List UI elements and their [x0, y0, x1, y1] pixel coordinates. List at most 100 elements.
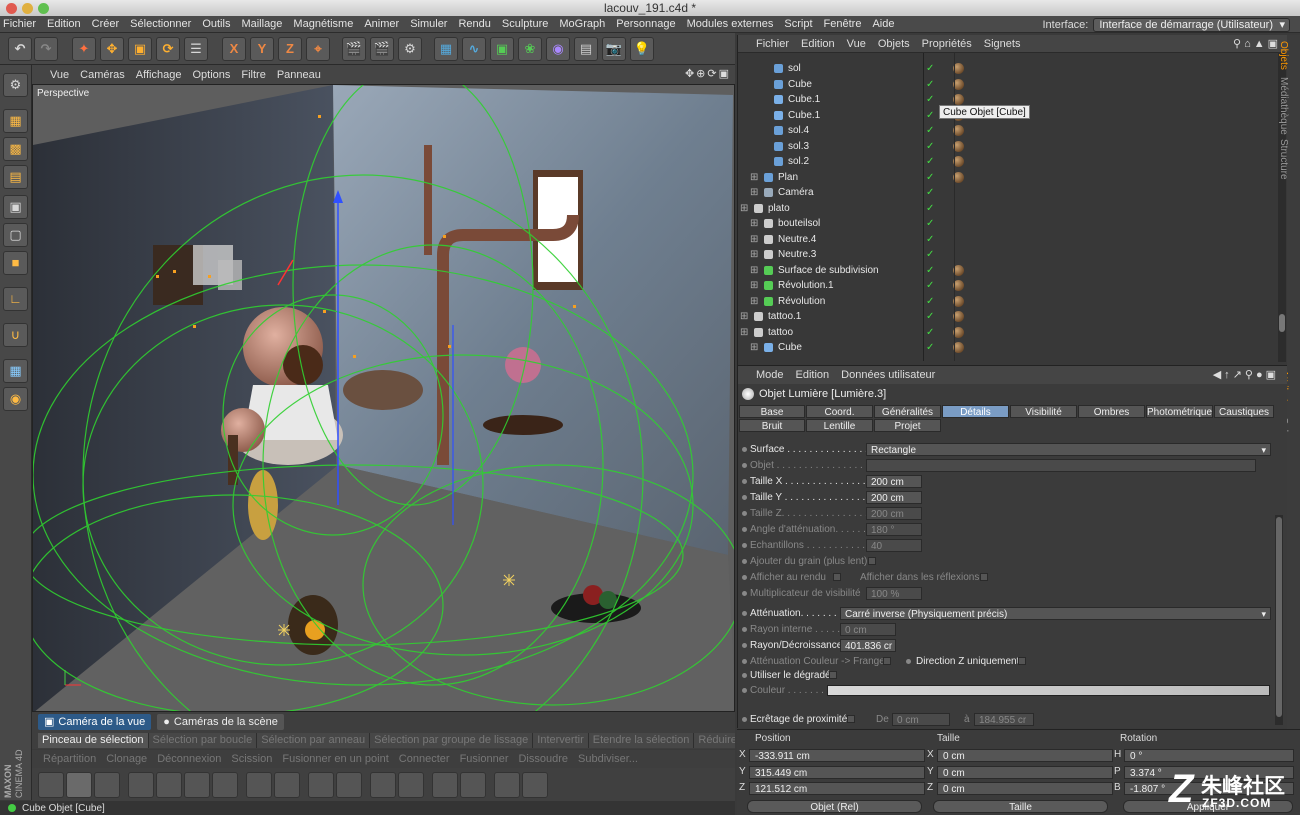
slide-icon[interactable] — [308, 772, 334, 798]
side-tab-mediatheque[interactable]: Médiathèque — [1278, 77, 1289, 135]
object-row[interactable]: ⊞ tattoo ✓ — [738, 325, 1278, 340]
animate-dot-icon[interactable] — [742, 447, 747, 452]
position-mode-select[interactable]: Objet (Rel) — [747, 800, 922, 813]
visibility-check-icon[interactable]: ✓ — [926, 94, 934, 105]
size-field[interactable]: 0 cm — [937, 765, 1113, 779]
expand-toggle-icon[interactable]: ⊞ — [750, 218, 758, 229]
phong-selection-button[interactable]: Sélection par groupe de lissage — [370, 733, 534, 748]
animate-dot-icon[interactable] — [906, 659, 911, 664]
menu-fenetre[interactable]: Fenêtre — [824, 18, 862, 30]
animate-dot-icon[interactable] — [742, 479, 747, 484]
make-editable-icon[interactable]: ⚙ — [3, 73, 28, 97]
tab-ombres[interactable]: Ombres — [1078, 405, 1145, 418]
taille-y-field[interactable]: 200 cm — [866, 491, 922, 504]
render-picture-viewer-icon[interactable]: 🎬 — [370, 37, 394, 61]
size-mode-select[interactable]: Taille — [933, 800, 1108, 813]
viewport-navigation-icons[interactable]: ✥⊕⟳▣ — [685, 67, 731, 80]
invert-selection-button[interactable]: Intervertir — [533, 733, 589, 748]
mirror-icon[interactable] — [460, 772, 486, 798]
dissoudre-button[interactable]: Dissoudre — [513, 752, 573, 767]
planar-workplane-icon[interactable]: ◉ — [3, 387, 28, 411]
workplane-lock-icon[interactable]: ▦ — [3, 359, 28, 383]
position-field[interactable]: 121.512 cm — [749, 782, 925, 795]
ecretage-checkbox[interactable] — [847, 715, 855, 723]
viewport-menu-options[interactable]: Options — [192, 69, 230, 81]
3d-viewport[interactable]: Perspective — [32, 84, 735, 712]
animate-dot-icon[interactable] — [742, 543, 747, 548]
afficher-reflexions-checkbox[interactable] — [980, 573, 988, 581]
fusionner-point-button[interactable]: Fusionner en un point — [277, 752, 393, 767]
selection-brush-button[interactable]: Pinceau de sélection — [38, 733, 149, 748]
edges-mode-icon[interactable]: ▢ — [3, 223, 28, 247]
visibility-check-icon[interactable]: ✓ — [926, 203, 934, 214]
menu-simuler[interactable]: Simuler — [410, 18, 447, 30]
expand-toggle-icon[interactable]: ⊞ — [750, 265, 758, 276]
animate-dot-icon[interactable] — [742, 688, 747, 693]
om-scroll-thumb[interactable] — [1279, 314, 1285, 332]
visibility-check-icon[interactable]: ✓ — [926, 63, 934, 74]
animate-dot-icon[interactable] — [742, 511, 747, 516]
object-row[interactable]: ⊞ Neutre.3 ✓ — [738, 247, 1278, 262]
fusionner-button[interactable]: Fusionner — [455, 752, 514, 767]
animate-dot-icon[interactable] — [742, 463, 747, 468]
model-mode-icon[interactable]: ▦ — [3, 109, 28, 133]
minimize-window-icon[interactable] — [22, 3, 33, 14]
object-row[interactable]: Cube ✓ — [738, 77, 1278, 92]
clonage-button[interactable]: Clonage — [101, 752, 152, 767]
om-menu-proprietes[interactable]: Propriétés — [922, 38, 972, 50]
visibility-check-icon[interactable]: ✓ — [926, 79, 934, 90]
menu-animer[interactable]: Animer — [364, 18, 399, 30]
object-row[interactable]: ⊞ Révolution ✓ — [738, 294, 1278, 309]
menu-magnetisme[interactable]: Magnétisme — [293, 18, 353, 30]
arrange-icon[interactable] — [522, 772, 548, 798]
rayon-decroissance-field[interactable]: 401.836 cr — [840, 639, 896, 652]
grain-checkbox[interactable] — [868, 557, 876, 565]
normal-move-icon[interactable] — [274, 772, 300, 798]
visibility-check-icon[interactable]: ✓ — [926, 342, 934, 353]
expand-toggle-icon[interactable]: ⊞ — [740, 311, 748, 322]
viewport-menu-panneau[interactable]: Panneau — [277, 69, 321, 81]
menu-sculpture[interactable]: Sculpture — [502, 18, 548, 30]
expand-toggle-icon[interactable]: ⊞ — [750, 249, 758, 260]
menu-outils[interactable]: Outils — [202, 18, 230, 30]
animate-dot-icon[interactable] — [742, 575, 747, 580]
subdivision-surface-icon[interactable]: ▣ — [490, 37, 514, 61]
animate-dot-icon[interactable] — [742, 673, 747, 678]
coordinate-system-icon[interactable]: ⌖ — [306, 37, 330, 61]
redo-icon[interactable]: ↷ — [34, 37, 58, 61]
points-mode-icon[interactable]: ▣ — [3, 195, 28, 219]
viewport-menu-affichage[interactable]: Affichage — [136, 69, 182, 81]
position-field[interactable]: 315.449 cm — [749, 765, 925, 779]
menu-fichier[interactable]: Fichier — [3, 18, 36, 30]
viewport-menu-vue[interactable]: Vue — [50, 69, 69, 81]
stitch-icon[interactable] — [336, 772, 362, 798]
maximize-window-icon[interactable] — [38, 3, 49, 14]
menu-rendu[interactable]: Rendu — [458, 18, 490, 30]
am-menu-mode[interactable]: Mode — [756, 369, 784, 381]
y-axis-button[interactable]: Y — [250, 37, 274, 61]
expand-toggle-icon[interactable]: ⊞ — [740, 327, 748, 338]
smooth-shift-icon[interactable] — [246, 772, 272, 798]
tab-caustiques[interactable]: Caustiques — [1214, 405, 1274, 418]
object-row[interactable]: sol ✓ — [738, 61, 1278, 76]
rotation-field[interactable]: 0 ° — [1124, 749, 1294, 762]
grow-selection-button[interactable]: Etendre la sélection — [588, 733, 695, 748]
tab-details[interactable]: Détails — [942, 405, 1009, 418]
live-selection-icon[interactable]: ✦ — [72, 37, 96, 61]
object-row[interactable]: ⊞ Cube ✓ — [738, 340, 1278, 355]
tab-base[interactable]: Base — [739, 405, 805, 418]
visibility-check-icon[interactable]: ✓ — [926, 327, 934, 338]
om-menu-objets[interactable]: Objets — [878, 38, 910, 50]
deconnexion-button[interactable]: Déconnexion — [152, 752, 226, 767]
polygons-mode-icon[interactable]: ■ — [3, 251, 28, 275]
taille-x-field[interactable]: 200 cm — [866, 475, 922, 488]
direction-z-checkbox[interactable] — [1018, 657, 1026, 665]
couleur-gradient-bar[interactable] — [827, 685, 1270, 696]
scission-button[interactable]: Scission — [226, 752, 277, 767]
am-scroll-thumb[interactable] — [1276, 517, 1282, 717]
am-scrollbar[interactable] — [1275, 515, 1283, 725]
visibility-check-icon[interactable]: ✓ — [926, 156, 934, 167]
expand-toggle-icon[interactable]: ⊞ — [750, 172, 758, 183]
knife-icon[interactable] — [94, 772, 120, 798]
magnet-icon[interactable] — [432, 772, 458, 798]
